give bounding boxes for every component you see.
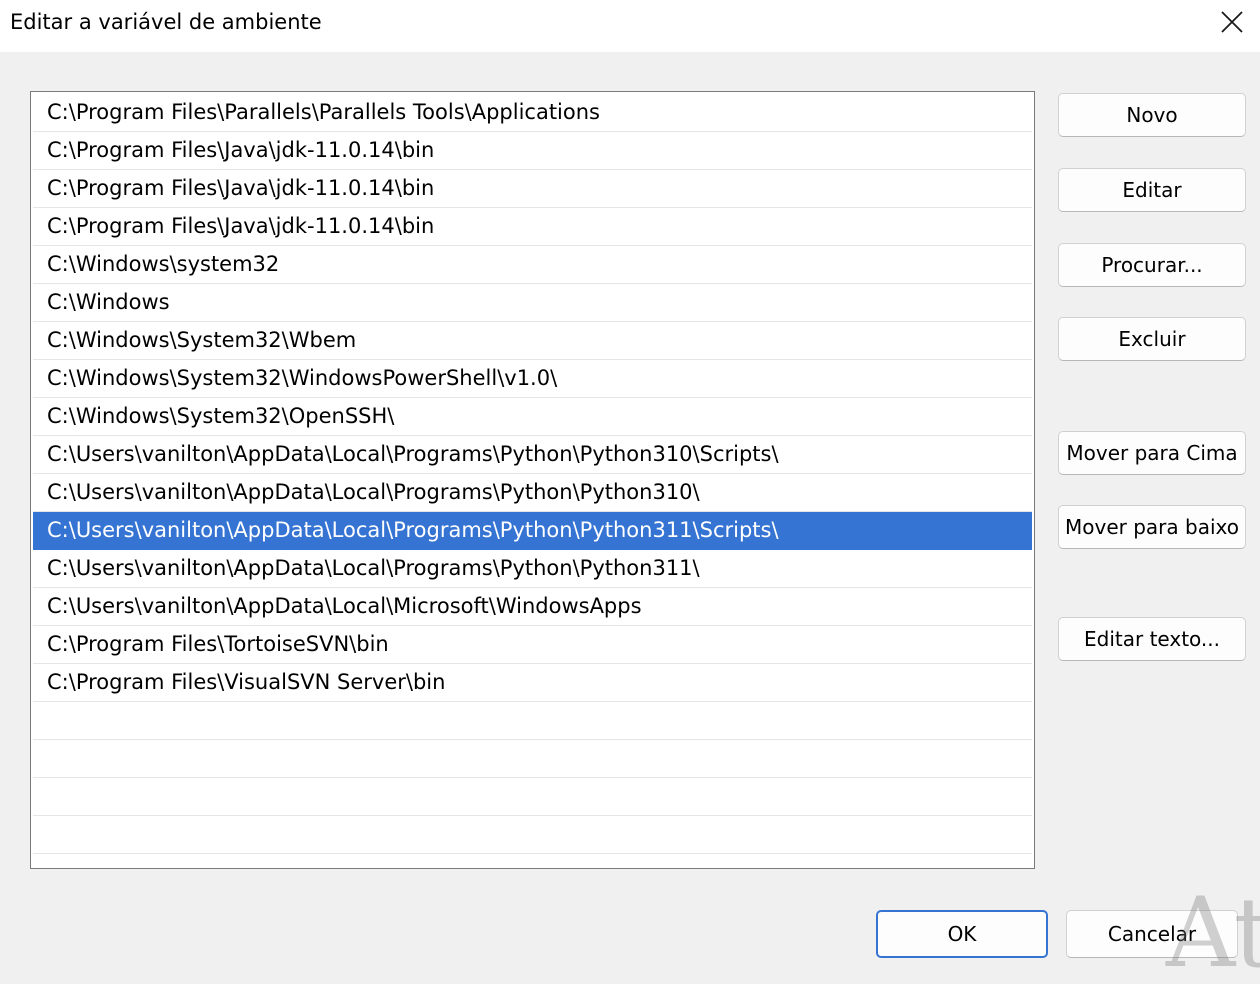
close-button[interactable] [1204, 0, 1260, 44]
list-item[interactable] [33, 816, 1032, 854]
list-item[interactable]: C:\Windows [33, 284, 1032, 322]
ok-button[interactable]: OK [876, 910, 1048, 958]
list-item[interactable] [33, 778, 1032, 816]
list-item[interactable]: C:\Windows\System32\Wbem [33, 322, 1032, 360]
list-item[interactable]: C:\Program Files\Java\jdk-11.0.14\bin [33, 208, 1032, 246]
list-item[interactable]: C:\Users\vanilton\AppData\Local\Programs… [33, 436, 1032, 474]
list-item[interactable]: C:\Windows\system32 [33, 246, 1032, 284]
move-up-button[interactable]: Mover para Cima [1058, 431, 1246, 475]
list-item[interactable] [33, 854, 1032, 868]
list-item[interactable]: C:\Users\vanilton\AppData\Local\Programs… [33, 550, 1032, 588]
edit-button[interactable]: Editar [1058, 168, 1246, 212]
list-item[interactable] [33, 702, 1032, 740]
list-item[interactable]: C:\Program Files\Java\jdk-11.0.14\bin [33, 132, 1032, 170]
move-down-button[interactable]: Mover para baixo [1058, 505, 1246, 549]
list-item[interactable]: C:\Users\vanilton\AppData\Local\Programs… [33, 474, 1032, 512]
delete-button[interactable]: Excluir [1058, 317, 1246, 361]
list-item[interactable] [33, 740, 1032, 778]
new-button[interactable]: Novo [1058, 93, 1246, 137]
browse-button[interactable]: Procurar... [1058, 243, 1246, 287]
path-list[interactable]: C:\Program Files\Parallels\Parallels Too… [30, 91, 1035, 869]
cancel-button[interactable]: Cancelar [1066, 910, 1238, 958]
list-item[interactable]: C:\Windows\System32\OpenSSH\ [33, 398, 1032, 436]
list-item[interactable]: C:\Program Files\Parallels\Parallels Too… [33, 94, 1032, 132]
dialog-title: Editar a variável de ambiente [10, 10, 322, 34]
list-item[interactable]: C:\Program Files\VisualSVN Server\bin [33, 664, 1032, 702]
edit-env-variable-dialog: Editar a variável de ambiente C:\Program… [0, 0, 1260, 984]
list-item[interactable]: C:\Users\vanilton\AppData\Local\Microsof… [33, 588, 1032, 626]
list-item[interactable]: C:\Users\vanilton\AppData\Local\Programs… [33, 512, 1032, 550]
close-icon [1221, 11, 1243, 33]
list-item[interactable]: C:\Windows\System32\WindowsPowerShell\v1… [33, 360, 1032, 398]
edit-text-button[interactable]: Editar texto... [1058, 617, 1246, 661]
list-item[interactable]: C:\Program Files\TortoiseSVN\bin [33, 626, 1032, 664]
list-item[interactable]: C:\Program Files\Java\jdk-11.0.14\bin [33, 170, 1032, 208]
title-bar: Editar a variável de ambiente [0, 0, 1260, 52]
